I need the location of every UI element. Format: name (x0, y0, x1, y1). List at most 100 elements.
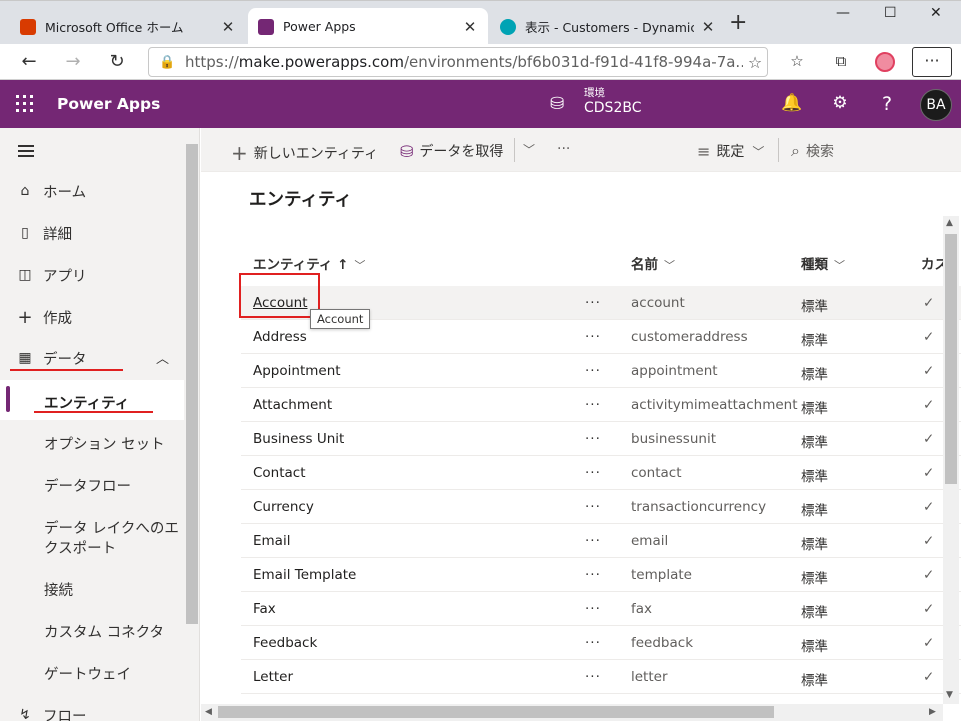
scroll-down-icon[interactable]: ▼ (946, 690, 953, 700)
entity-link[interactable]: Appointment (253, 363, 341, 379)
help-icon[interactable]: ? (876, 93, 898, 115)
get-data-button[interactable]: ⛁ データを取得 (400, 141, 503, 161)
row-more-button[interactable]: ··· (585, 669, 601, 685)
entity-link[interactable]: Email Template (253, 567, 356, 583)
vertical-scrollbar[interactable]: ▲ ▼ (943, 216, 959, 704)
table-row[interactable]: Email ··· email 標準 ✓ (241, 524, 961, 558)
get-data-dropdown-icon[interactable]: ﹀ (523, 141, 535, 158)
horizontal-scrollbar[interactable]: ◀ ▶ (201, 704, 943, 721)
row-more-button[interactable]: ··· (585, 363, 601, 379)
refresh-icon[interactable]: ↻ (106, 51, 128, 73)
app-launcher-icon[interactable] (16, 95, 34, 113)
nav-item-create[interactable]: + 作成 (0, 297, 184, 337)
address-bar[interactable]: 🔒 https://make.powerapps.com/environment… (148, 47, 768, 77)
table-row[interactable]: Attachment ··· activitymimeattachment 標準… (241, 388, 961, 422)
nav-sub-item-entities[interactable]: エンティティ (44, 392, 129, 413)
avatar[interactable]: BA (920, 89, 952, 121)
scroll-up-icon[interactable]: ▲ (946, 218, 953, 228)
table-row[interactable]: Appointment ··· appointment 標準 ✓ (241, 354, 961, 388)
scrollbar-thumb[interactable] (218, 706, 774, 718)
row-more-button[interactable]: ··· (585, 601, 601, 617)
notifications-icon[interactable]: 🔔 (781, 93, 803, 113)
nav-sub-item-export-to-lake[interactable]: データ レイクへのエ (44, 517, 179, 538)
table-row[interactable]: Letter ··· letter 標準 ✓ (241, 660, 961, 694)
entity-link[interactable]: Feedback (253, 635, 317, 651)
chevron-up-icon[interactable]: ︿ (156, 348, 169, 367)
nav-item-flows[interactable]: ↯ フロー (0, 695, 184, 721)
nav-sub-item-connections[interactable]: 接続 (44, 579, 73, 600)
maximize-icon[interactable]: ☐ (884, 5, 897, 21)
nav-sub-item-export-to-lake-line2[interactable]: クスポート (44, 537, 116, 558)
row-more-button[interactable]: ··· (585, 465, 601, 481)
favorites-list-icon[interactable]: ☆ (786, 52, 808, 72)
entity-link[interactable]: Currency (253, 499, 314, 515)
column-header-type[interactable]: 種類 ﹀ (801, 253, 845, 273)
forward-icon[interactable]: → (62, 51, 84, 73)
row-more-button[interactable]: ··· (585, 635, 601, 651)
table-row[interactable]: Currency ··· transactioncurrency 標準 ✓ (241, 490, 961, 524)
entity-link[interactable]: Email (253, 533, 290, 549)
entity-link[interactable]: Letter (253, 669, 293, 685)
environment-value[interactable]: CDS2BC (584, 100, 641, 116)
close-tab-icon[interactable]: ✕ (220, 18, 236, 36)
row-more-button[interactable]: ··· (585, 295, 601, 311)
search-box[interactable]: ⌕ 検索 (791, 141, 834, 161)
back-icon[interactable]: ← (18, 51, 40, 73)
row-more-button[interactable]: ··· (585, 533, 601, 549)
collections-icon[interactable]: ⧉ (830, 52, 852, 72)
browser-tab-office[interactable]: Microsoft Office ホーム ✕ (10, 8, 246, 45)
column-header-name[interactable]: 名前 ﹀ (631, 253, 675, 273)
scrollbar-thumb[interactable] (945, 234, 957, 484)
close-window-icon[interactable]: ✕ (930, 5, 942, 21)
highlight-box (239, 273, 320, 318)
more-commands-button[interactable]: ··· (557, 141, 570, 157)
url-text: https://make.powerapps.com/environments/… (185, 53, 743, 71)
nav-item-home[interactable]: ⌂ ホーム (0, 171, 184, 211)
entity-link[interactable]: Address (253, 329, 307, 345)
close-tab-icon[interactable]: ✕ (462, 18, 478, 36)
browser-tab-dynamics[interactable]: 表示 - Customers - Dynamics 365 ✕ (490, 8, 726, 45)
new-entity-button[interactable]: + 新しいエンティティ (231, 141, 378, 165)
column-header-entity[interactable]: エンティティ ↑ ﹀ (253, 253, 365, 273)
row-more-button[interactable]: ··· (585, 397, 601, 413)
highlight-underline (10, 369, 123, 371)
nav-sub-item-gateways[interactable]: ゲートウェイ (44, 663, 131, 684)
environment-label[interactable]: 環境 (584, 85, 605, 100)
table-row[interactable]: Feedback ··· feedback 標準 ✓ (241, 626, 961, 660)
entity-link[interactable]: Fax (253, 601, 276, 617)
row-more-button[interactable]: ··· (585, 329, 601, 345)
environment-icon[interactable]: ⛁ (550, 94, 564, 114)
table-row[interactable]: Business Unit ··· businessunit 標準 ✓ (241, 422, 961, 456)
lock-icon[interactable]: 🔒 (159, 55, 179, 70)
nav-scrollbar[interactable] (186, 144, 198, 624)
app-title[interactable]: Power Apps (57, 95, 160, 113)
scroll-left-icon[interactable]: ◀ (205, 707, 212, 717)
settings-gear-icon[interactable]: ⚙ (829, 93, 851, 113)
nav-sub-item-option-sets[interactable]: オプション セット (44, 433, 165, 454)
nav-sub-item-custom-connectors[interactable]: カスタム コネクタ (44, 621, 164, 642)
table-row[interactable]: Email Template ··· template 標準 ✓ (241, 558, 961, 592)
nav-item-learn[interactable]: ▯ 詳細 (0, 213, 184, 253)
nav-item-data[interactable]: ▦ データ ︿ (0, 338, 184, 378)
hamburger-menu-icon[interactable] (18, 145, 34, 157)
scroll-right-icon[interactable]: ▶ (929, 707, 936, 717)
row-more-button[interactable]: ··· (585, 567, 601, 583)
table-row[interactable]: Fax ··· fax 標準 ✓ (241, 592, 961, 626)
close-tab-icon[interactable]: ✕ (700, 18, 716, 36)
nav-item-label: フロー (43, 708, 87, 721)
profile-icon[interactable] (874, 52, 896, 72)
entity-link[interactable]: Contact (253, 465, 306, 481)
entity-link[interactable]: Attachment (253, 397, 332, 413)
browser-tab-powerapps[interactable]: Power Apps ✕ (248, 8, 488, 45)
minimize-icon[interactable]: — (836, 5, 850, 21)
row-more-button[interactable]: ··· (585, 499, 601, 515)
favorite-star-icon[interactable]: ☆ (743, 53, 767, 72)
browser-menu-button[interactable]: ··· (912, 47, 952, 77)
new-tab-button[interactable]: + (729, 12, 747, 34)
nav-item-apps[interactable]: ◫ アプリ (0, 255, 184, 295)
entity-link[interactable]: Business Unit (253, 431, 344, 447)
table-row[interactable]: Contact ··· contact 標準 ✓ (241, 456, 961, 490)
row-more-button[interactable]: ··· (585, 431, 601, 447)
nav-sub-item-dataflows[interactable]: データフロー (44, 475, 131, 496)
view-selector[interactable]: ≡ 既定 ﹀ (697, 141, 764, 161)
